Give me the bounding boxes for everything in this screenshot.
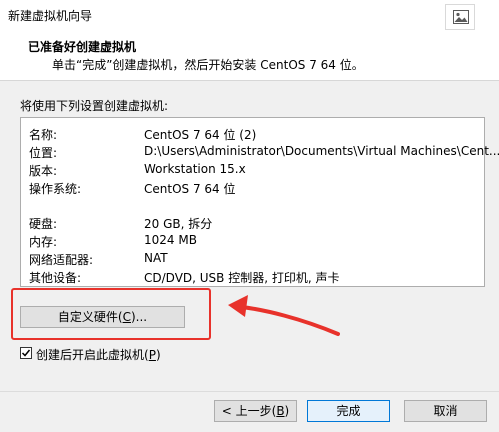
summary-value: 1024 MB [144, 233, 197, 247]
window-title: 新建虚拟机向导 [8, 9, 93, 23]
summary-label: 硬盘: [29, 217, 58, 231]
summary-label: 位置: [29, 146, 58, 160]
settings-intro-label: 将使用下列设置创建虚拟机: [20, 99, 169, 113]
summary-value: Workstation 15.x [144, 162, 246, 176]
summary-value: D:\Users\Administrator\Documents\Virtual… [144, 144, 499, 158]
wizard-image-button[interactable] [445, 4, 475, 30]
summary-label: 网络适配器: [29, 253, 94, 267]
back-label-key: B [276, 404, 285, 418]
checkbox-label-prefix: 创建后开启此虚拟机( [36, 348, 149, 362]
customize-hardware-button[interactable]: 自定义硬件(C)... [20, 306, 185, 328]
picture-icon [453, 10, 469, 24]
summary-label: 名称: [29, 128, 58, 142]
summary-value: NAT [144, 251, 168, 265]
arrow-icon [228, 295, 340, 336]
power-on-checkbox-label: 创建后开启此虚拟机(P) [36, 346, 161, 363]
back-button[interactable]: < 上一步(B) [214, 400, 297, 422]
summary-label: 内存: [29, 235, 58, 249]
cancel-button[interactable]: 取消 [404, 400, 487, 422]
summary-value: 20 GB, 拆分 [144, 217, 213, 231]
finish-button[interactable]: 完成 [307, 400, 390, 422]
settings-summary-box[interactable]: 名称: CentOS 7 64 位 (2) 位置: D:\Users\Admin… [20, 117, 499, 287]
customize-label-suffix: )... [130, 310, 148, 324]
customize-label-key: C [122, 310, 131, 324]
wizard-header: 已准备好创建虚拟机 单击“完成”创建虚拟机，然后开始安装 CentOS 7 64… [0, 30, 499, 81]
checkbox-label-key: P [148, 348, 156, 362]
summary-value: CD/DVD, USB 控制器, 打印机, 声卡 [144, 271, 340, 285]
header-subtitle: 单击“完成”创建虚拟机，然后开始安装 CentOS 7 64 位。 [52, 58, 364, 72]
summary-value: CentOS 7 64 位 (2) [144, 128, 257, 142]
back-label-prefix: < 上一步( [221, 404, 277, 418]
checkmark-icon [21, 349, 31, 357]
checkbox-label-suffix: ) [155, 348, 161, 362]
summary-label: 其他设备: [29, 271, 82, 285]
header-title: 已准备好创建虚拟机 [28, 40, 137, 54]
customize-label-prefix: 自定义硬件( [57, 310, 123, 324]
summary-label: 版本: [29, 164, 58, 178]
summary-label: 操作系统: [29, 182, 82, 196]
summary-value: CentOS 7 64 位 [144, 182, 236, 196]
power-on-checkbox[interactable] [20, 347, 32, 359]
back-label-suffix: ) [284, 404, 290, 418]
title-bar: 新建虚拟机向导 [0, 0, 499, 30]
